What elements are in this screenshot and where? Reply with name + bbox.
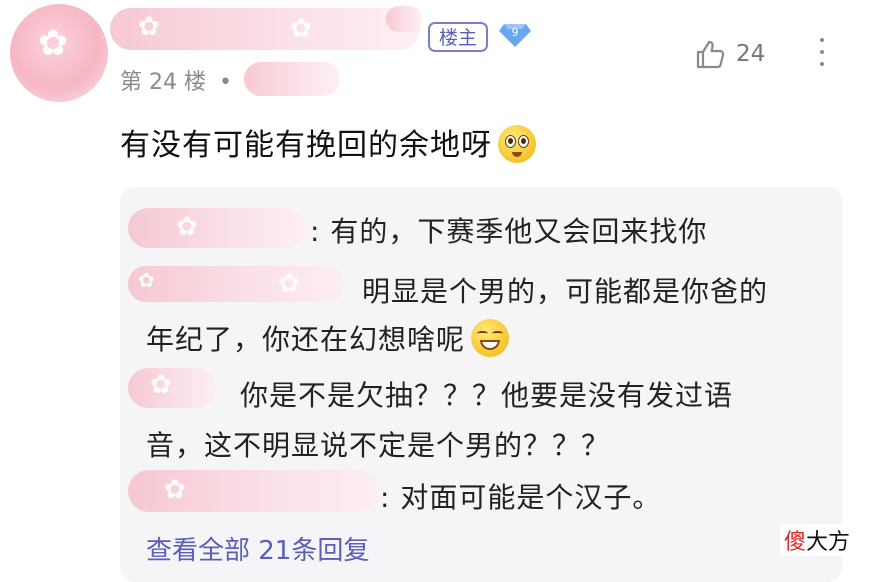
flower-sticker-icon: ✿ [164,475,186,505]
view-all-replies-link[interactable]: 查看全部 21条回复 [146,530,369,567]
op-badge: 楼主 [428,22,489,52]
reply-1-line-1: : 有的，下赛季他又会回来找你 [310,215,708,248]
reply-2-line-2: 年纪了，你还在幻想啥呢 [146,318,510,358]
reply-2-line-1: 明显是个男的，可能都是你爸的 [362,275,769,308]
reply-author-obscured[interactable]: ✿ [128,368,216,408]
reply-3-line-2: 音，这不明显说不定是个男的？？？ [146,429,611,462]
avatar[interactable]: ✿ [10,4,108,102]
post-body: 有没有可能有挽回的余地呀 [120,128,492,163]
timestamp-obscured [244,62,340,96]
watermark-red: 傻 [784,530,807,555]
pleading-emoji-icon [498,125,536,163]
diamond-level-icon: 9 [499,24,531,47]
username-obscured[interactable]: ✿ ✿ [110,8,420,50]
reply-author-obscured[interactable]: ✿ [128,470,380,512]
reply-author-obscured[interactable]: ✿ ✿ [128,266,344,302]
thumbs-up-icon [696,40,725,69]
svg-text:9: 9 [512,26,519,39]
flower-sticker-icon: ✿ [278,269,300,299]
reply-3-line-1: 你是不是欠抽？？？他要是没有发过语 [240,379,734,412]
floor-number: 第 24 楼 [120,70,206,95]
flower-sticker-icon: ✿ [138,12,160,42]
flower-sticker-icon: ✿ [38,23,69,64]
post-text: 有没有可能有挽回的余地呀 [120,120,536,164]
reply-author-obscured[interactable]: ✿ [128,208,306,248]
like-count: 24 [736,41,766,67]
watermark: 傻大方 [780,524,855,556]
sticker-fragment [386,6,422,32]
flower-sticker-icon: ✿ [150,370,172,400]
reply-4-line-1: : 对面可能是个汉子。 [380,481,662,514]
flower-sticker-icon: ✿ [138,268,155,292]
grin-emoji-icon [471,319,510,357]
floor-meta: 第 24 楼 • [120,64,232,96]
meta-separator: • [218,70,232,95]
flower-sticker-icon: ✿ [290,14,312,44]
reply-2-line-2-text: 年纪了，你还在幻想啥呢 [146,323,466,356]
like-button[interactable]: 24 [694,38,765,70]
watermark-rest: 大方 [806,530,851,555]
more-vertical-icon[interactable] [818,38,826,74]
flower-sticker-icon: ✿ [176,212,198,242]
